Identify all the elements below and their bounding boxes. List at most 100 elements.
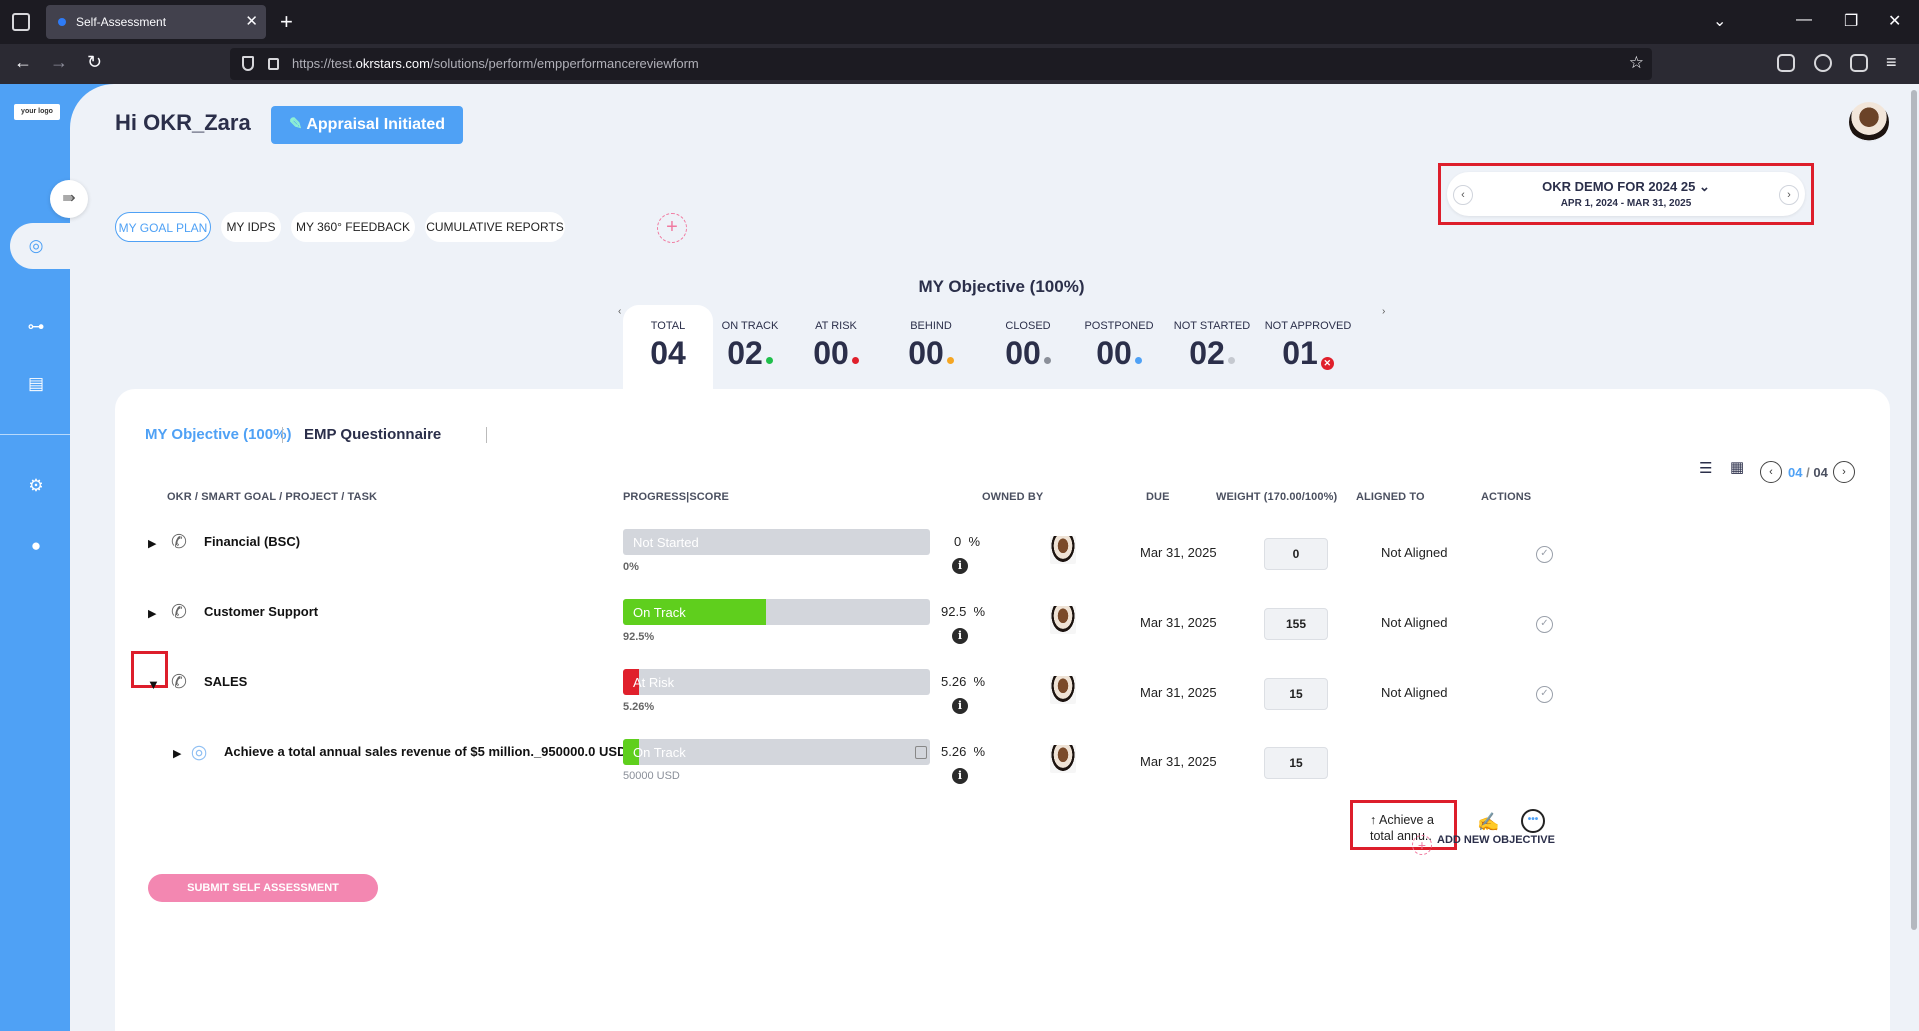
appraisal-status-button[interactable]: ✎ Appraisal Initiated (271, 106, 463, 144)
tab-overflow-icon[interactable]: ⌄ (1713, 11, 1726, 31)
stat-total[interactable]: TOTAL 04 (623, 320, 713, 372)
lock-icon[interactable] (268, 58, 279, 70)
sidebar-item-settings-icon[interactable]: ⚙ (24, 474, 48, 498)
stat-value-text: 00 (1096, 335, 1132, 371)
weight-field[interactable]: 0 (1264, 538, 1328, 570)
stat-not-approved[interactable]: NOT APPROVED 01 ✕ (1258, 320, 1358, 372)
submit-self-assessment-button[interactable]: SUBMIT SELF ASSESSMENT (148, 874, 378, 902)
objective-icon: ✆ (171, 532, 187, 553)
menu-icon[interactable]: ≡ (1886, 52, 1897, 73)
stats-scroll-right-icon[interactable]: › (1382, 306, 1385, 317)
info-icon[interactable]: i (952, 768, 968, 784)
expand-toggle-icon[interactable]: ▶ (148, 537, 156, 550)
stats-scroll-left-icon[interactable]: ‹ (618, 306, 621, 317)
objective-icon: ✆ (171, 602, 187, 623)
tab-my-idps[interactable]: MY IDPS (221, 212, 281, 242)
close-tab-icon[interactable]: ✕ (245, 12, 258, 30)
aligned-to: Not Aligned (1381, 615, 1448, 630)
url-bar[interactable]: https://test.okrstars.com/solutions/perf… (230, 48, 1652, 80)
owner-avatar[interactable] (1050, 536, 1076, 564)
row-name[interactable]: Customer Support (204, 604, 318, 619)
minimize-icon[interactable]: — (1796, 11, 1812, 29)
info-icon[interactable]: i (952, 558, 968, 574)
add-new-objective-link[interactable]: ADD NEW OBJECTIVE (1437, 834, 1555, 846)
more-options-icon[interactable]: ••• (1521, 809, 1545, 833)
row-name[interactable]: SALES (204, 674, 247, 689)
status-dot (765, 357, 773, 364)
target-icon: ◎ (190, 742, 208, 763)
tab-my-360-feedback[interactable]: MY 360° FEEDBACK (291, 212, 415, 242)
weight-field[interactable]: 15 (1264, 747, 1328, 779)
url-text[interactable]: https://test.okrstars.com/solutions/perf… (292, 56, 699, 71)
owner-avatar[interactable] (1050, 676, 1076, 704)
tab-list-icon[interactable] (12, 13, 30, 31)
row-name[interactable]: Achieve a total annual sales revenue of … (224, 744, 626, 759)
scrollbar[interactable] (1909, 84, 1919, 1031)
objective-icon: ✆ (171, 672, 187, 693)
tab-cumulative-reports[interactable]: CUMULATIVE REPORTS (425, 212, 565, 242)
sidebar-item-user-icon[interactable]: ● (24, 534, 48, 558)
stat-value-text: 02 (727, 335, 763, 371)
period-next-icon[interactable]: › (1779, 185, 1799, 205)
forward-icon[interactable]: → (50, 52, 68, 73)
row-name[interactable]: Financial (BSC) (204, 534, 300, 549)
add-objective-icon[interactable]: + (1412, 835, 1432, 855)
check-circle-icon[interactable]: ✓ (1536, 546, 1553, 563)
browser-tab[interactable]: Self-Assessment ✕ (46, 5, 266, 39)
stat-label: TOTAL (650, 320, 686, 332)
add-tab-icon[interactable]: + (657, 213, 687, 243)
scrollbar-thumb[interactable] (1911, 90, 1917, 930)
stat-closed[interactable]: CLOSED 00 (988, 320, 1068, 372)
subtab-my-objective[interactable]: MY Objective (100%) (145, 426, 291, 443)
weight-field[interactable]: 155 (1264, 608, 1328, 640)
new-tab-icon[interactable]: + (280, 9, 293, 35)
progress-percent-value: 92.5 (941, 604, 967, 619)
check-circle-icon[interactable]: ✓ (1536, 686, 1553, 703)
expand-toggle-icon[interactable]: ▶ (148, 607, 156, 620)
stat-not-started[interactable]: NOT STARTED 02 (1166, 320, 1258, 372)
url-prefix: https://test. (292, 56, 356, 71)
note-icon[interactable] (915, 746, 927, 759)
owner-avatar[interactable] (1050, 745, 1076, 773)
check-circle-icon[interactable]: ✓ (1536, 616, 1553, 633)
edit-icon[interactable]: ✍ (1477, 812, 1499, 833)
grid-view-icon[interactable]: ▦ (1730, 458, 1744, 476)
shield-icon[interactable] (242, 56, 254, 71)
expand-toggle-icon[interactable]: ▶ (173, 747, 181, 760)
tab-my-goal-plan[interactable]: MY GOAL PLAN (115, 212, 211, 242)
info-icon[interactable]: i (952, 698, 968, 714)
due-date: Mar 31, 2025 (1140, 545, 1217, 560)
sidebar-collapse-icon[interactable]: ⇛ (50, 180, 88, 218)
period-name[interactable]: OKR DEMO FOR 2024 25 ⌄ (1447, 179, 1805, 195)
weight-field[interactable]: 15 (1264, 678, 1328, 710)
restore-icon[interactable]: ❐ (1844, 11, 1858, 31)
page-prev-icon[interactable]: ‹ (1760, 461, 1782, 483)
stat-behind[interactable]: BEHIND 00 (893, 320, 969, 372)
column-header-aligned-to: ALIGNED TO (1356, 491, 1425, 503)
owner-avatar[interactable] (1050, 606, 1076, 634)
info-icon[interactable]: i (952, 628, 968, 644)
back-icon[interactable]: ← (14, 52, 32, 73)
stat-on-track[interactable]: ON TRACK 02 (710, 320, 790, 372)
progress-bar: Not Started (623, 529, 930, 555)
due-date: Mar 31, 2025 (1140, 754, 1217, 769)
bookmark-star-icon[interactable]: ☆ (1629, 53, 1644, 73)
subtab-emp-questionnaire[interactable]: EMP Questionnaire (304, 426, 441, 443)
sidebar-item-goals-icon[interactable]: ◎ (24, 234, 48, 258)
subtab-divider (486, 427, 487, 443)
extensions-icon[interactable] (1850, 54, 1868, 72)
avatar[interactable] (1849, 102, 1889, 142)
progress-bar: At Risk (623, 669, 930, 695)
reload-icon[interactable]: ↻ (87, 52, 102, 73)
account-icon[interactable] (1814, 54, 1832, 72)
sidebar-item-hierarchy-icon[interactable]: ⊶ (24, 315, 48, 339)
collapse-toggle-icon[interactable]: ▼ (147, 677, 160, 692)
close-window-icon[interactable]: ✕ (1888, 11, 1901, 31)
stat-postponed[interactable]: POSTPONED 00 (1076, 320, 1162, 372)
list-view-icon[interactable]: ☰ (1699, 459, 1712, 477)
sidebar-item-review-icon[interactable]: ▤ (24, 372, 48, 396)
page-next-icon[interactable]: › (1833, 461, 1855, 483)
pocket-icon[interactable] (1777, 54, 1795, 72)
stat-at-risk[interactable]: AT RISK 00 (798, 320, 874, 372)
period-selector[interactable]: ‹ OKR DEMO FOR 2024 25 ⌄ APR 1, 2024 - M… (1447, 172, 1805, 216)
